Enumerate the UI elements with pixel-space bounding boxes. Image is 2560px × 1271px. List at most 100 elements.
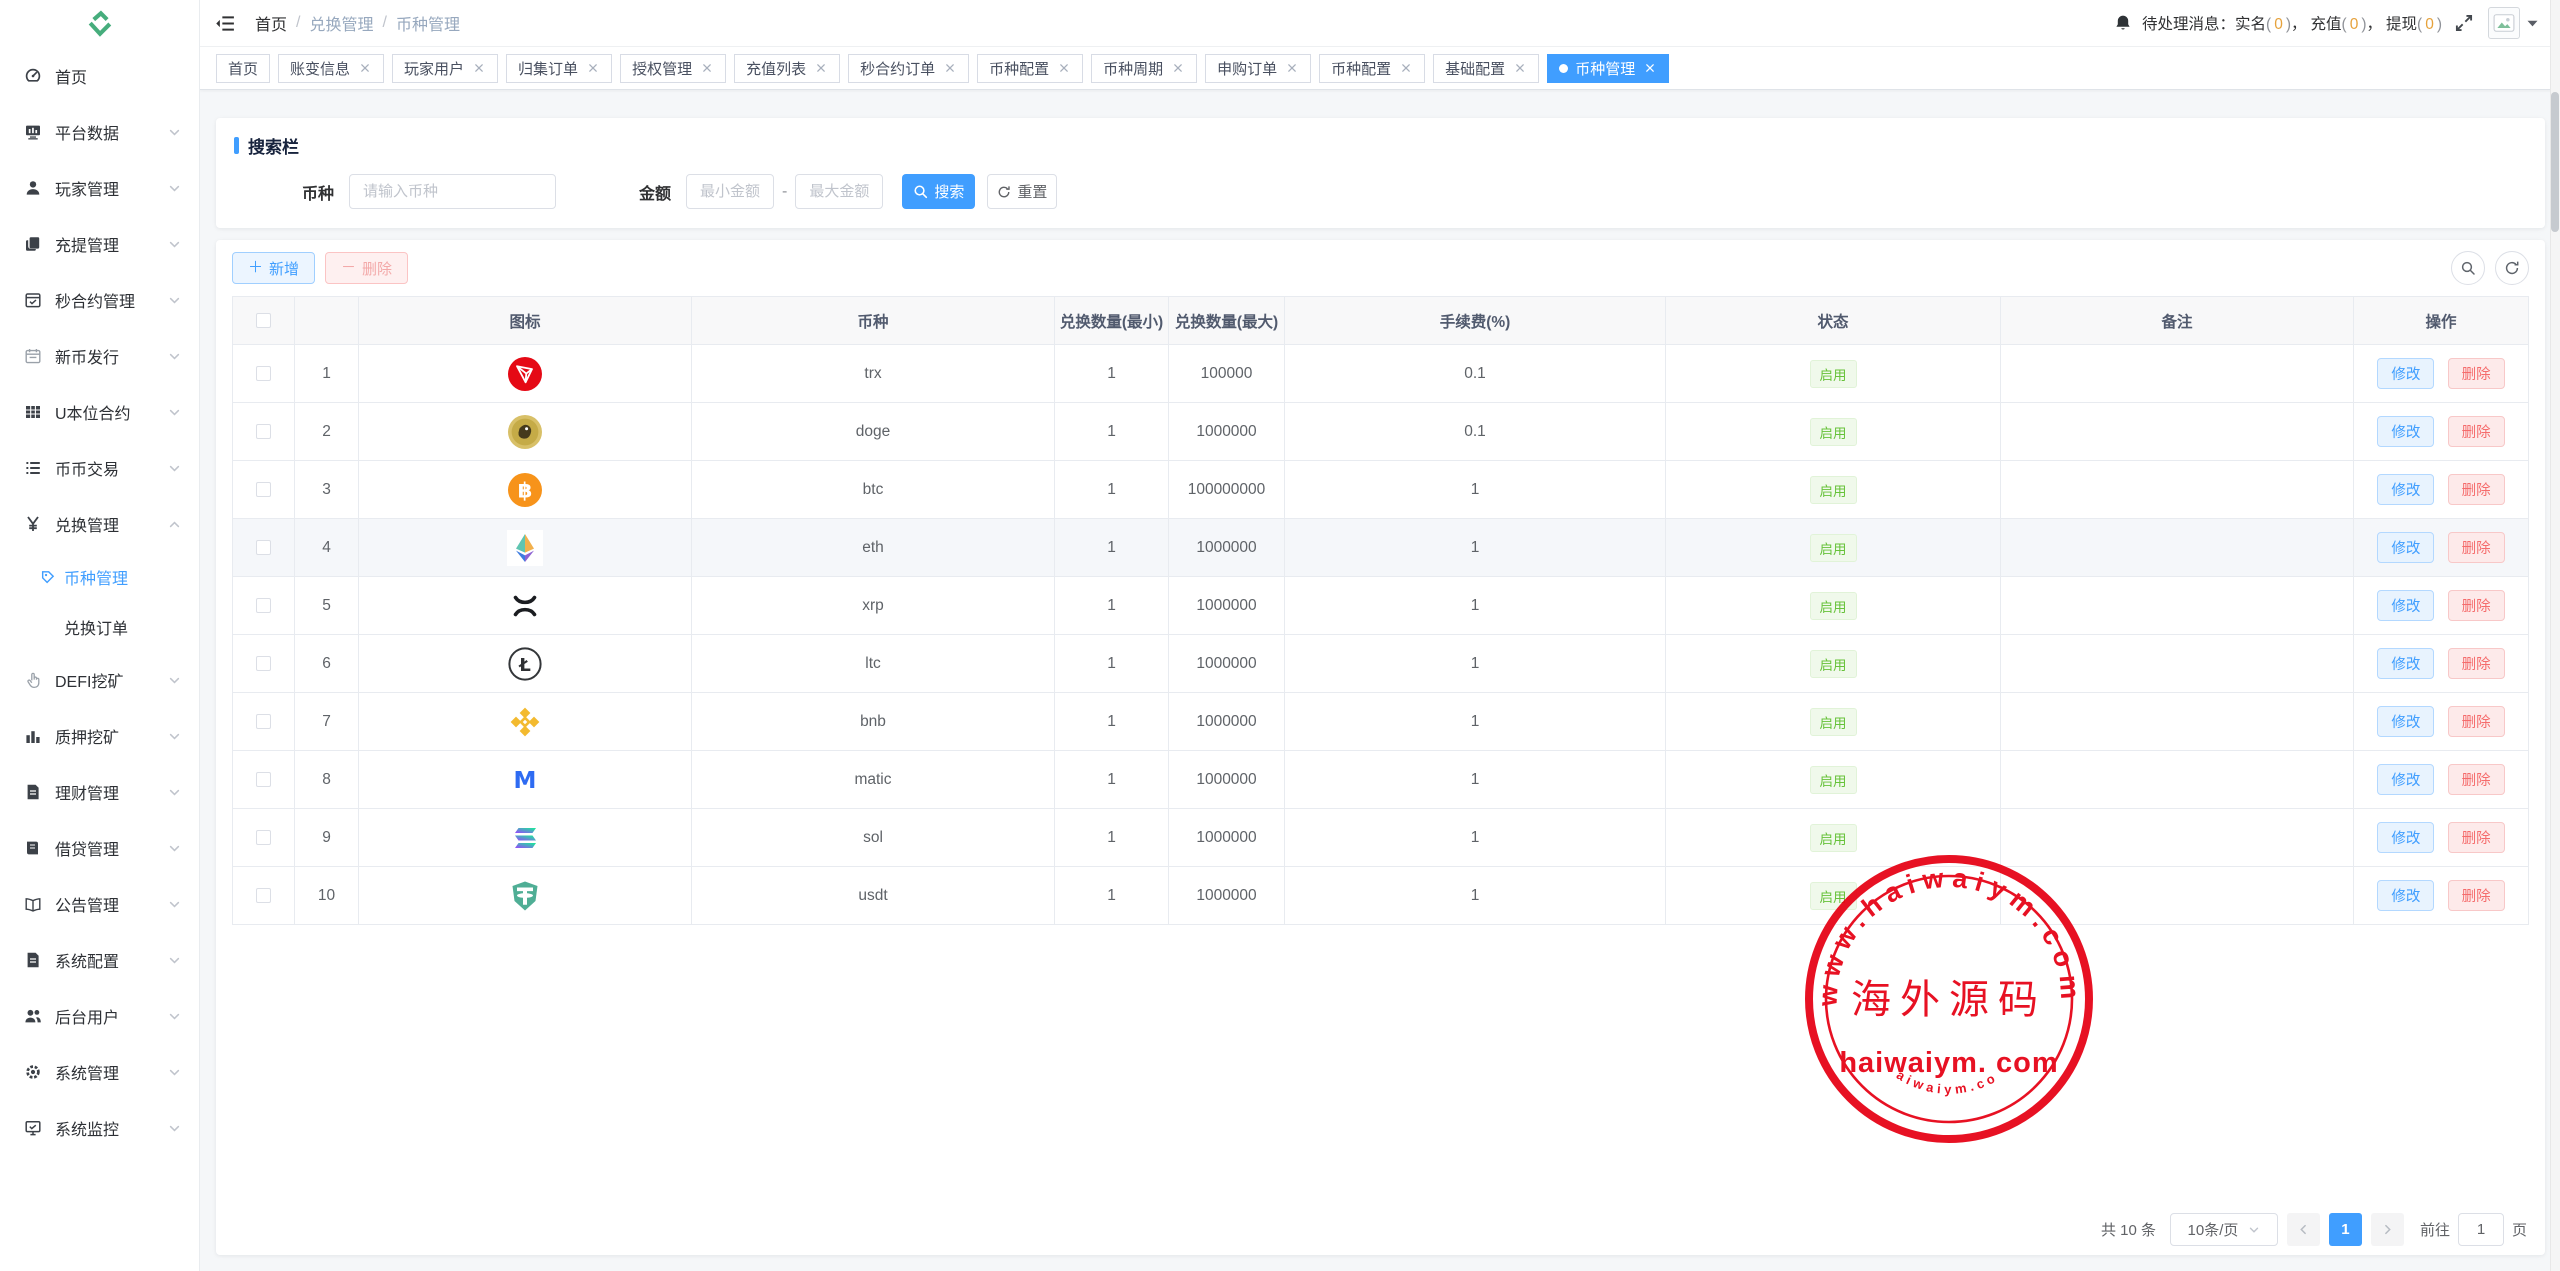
fullscreen-icon[interactable] [2454, 13, 2474, 33]
breadcrumb-exchange[interactable]: 兑换管理 [309, 11, 373, 35]
close-icon[interactable] [1512, 61, 1527, 76]
scrollbar[interactable] [2550, 0, 2560, 1271]
sidebar-item-system-manage[interactable]: 系统管理 [0, 1044, 199, 1100]
tab-基础配置[interactable]: 基础配置 [1433, 54, 1539, 83]
row-delete-button[interactable]: 删除 [2448, 590, 2505, 621]
bell-icon[interactable] [2114, 14, 2132, 32]
edit-button[interactable]: 修改 [2377, 474, 2434, 505]
message-label[interactable]: 充值 [2311, 16, 2342, 33]
sidebar-item-notice[interactable]: 公告管理 [0, 876, 199, 932]
row-checkbox[interactable] [256, 540, 271, 555]
row-delete-button[interactable]: 删除 [2448, 358, 2505, 389]
row-checkbox[interactable] [256, 598, 271, 613]
select-all-checkbox[interactable] [256, 313, 271, 328]
reset-button[interactable]: 重置 [987, 174, 1057, 209]
next-page-button[interactable] [2371, 1213, 2404, 1246]
close-icon[interactable] [1642, 61, 1657, 76]
table-refresh-button[interactable] [2495, 251, 2529, 285]
goto-page-input[interactable] [2458, 1213, 2504, 1246]
row-delete-button[interactable]: 删除 [2448, 474, 2505, 505]
sidebar-item-player[interactable]: 玩家管理 [0, 160, 199, 216]
edit-button[interactable]: 修改 [2377, 532, 2434, 563]
row-delete-button[interactable]: 删除 [2448, 880, 2505, 911]
sidebar-item-defi-mining[interactable]: DEFI挖矿 [0, 652, 199, 708]
row-delete-button[interactable]: 删除 [2448, 706, 2505, 737]
sidebar-subitem-coin-manage[interactable]: 币种管理 [0, 552, 199, 602]
sidebar-subitem-exchange-orders[interactable]: 兑换订单 [0, 602, 199, 652]
row-checkbox[interactable] [256, 424, 271, 439]
row-delete-button[interactable]: 删除 [2448, 822, 2505, 853]
sidebar-item-admin-user[interactable]: 后台用户 [0, 988, 199, 1044]
sidebar-item-system-config[interactable]: 系统配置 [0, 932, 199, 988]
tab-充值列表[interactable]: 充值列表 [734, 54, 840, 83]
breadcrumb-home[interactable]: 首页 [255, 11, 287, 35]
menu-fold-icon[interactable] [215, 14, 236, 33]
search-button[interactable]: 搜索 [902, 174, 975, 209]
max-amount-input[interactable] [795, 174, 883, 209]
sidebar-item-seconds-contract[interactable]: 秒合约管理 [0, 272, 199, 328]
edit-button[interactable]: 修改 [2377, 822, 2434, 853]
edit-button[interactable]: 修改 [2377, 590, 2434, 621]
tab-首页[interactable]: 首页 [216, 54, 270, 83]
tab-申购订单[interactable]: 申购订单 [1205, 54, 1311, 83]
row-checkbox[interactable] [256, 830, 271, 845]
close-icon[interactable] [1398, 61, 1413, 76]
app-logo[interactable] [0, 0, 199, 48]
page-size-select[interactable]: 10条/页 [2170, 1213, 2278, 1246]
sidebar-item-system-monitor[interactable]: 系统监控 [0, 1100, 199, 1156]
row-checkbox[interactable] [256, 482, 271, 497]
row-delete-button[interactable]: 删除 [2448, 416, 2505, 447]
close-icon[interactable] [585, 61, 600, 76]
tab-秒合约订单[interactable]: 秒合约订单 [848, 54, 969, 83]
row-delete-button[interactable]: 删除 [2448, 532, 2505, 563]
sidebar-item-u-contract[interactable]: U本位合约 [0, 384, 199, 440]
close-icon[interactable] [1056, 61, 1071, 76]
row-delete-button[interactable]: 删除 [2448, 764, 2505, 795]
sidebar-item-exchange[interactable]: 兑换管理 [0, 496, 199, 552]
message-label[interactable]: 提现 [2386, 16, 2417, 33]
sidebar-item-new-coin[interactable]: 新币发行 [0, 328, 199, 384]
close-icon[interactable] [699, 61, 714, 76]
sidebar-item-loan[interactable]: 借贷管理 [0, 820, 199, 876]
tab-玩家用户[interactable]: 玩家用户 [392, 54, 498, 83]
min-amount-input[interactable] [686, 174, 774, 209]
sidebar-item-wealth[interactable]: 理财管理 [0, 764, 199, 820]
table-search-button[interactable] [2451, 251, 2485, 285]
tab-归集订单[interactable]: 归集订单 [506, 54, 612, 83]
page-1-button[interactable]: 1 [2329, 1213, 2362, 1246]
row-checkbox[interactable] [256, 888, 271, 903]
edit-button[interactable]: 修改 [2377, 764, 2434, 795]
close-icon[interactable] [813, 61, 828, 76]
row-checkbox[interactable] [256, 366, 271, 381]
caret-down-icon[interactable] [2527, 20, 2538, 27]
tab-币种配置[interactable]: 币种配置 [1319, 54, 1425, 83]
edit-button[interactable]: 修改 [2377, 706, 2434, 737]
edit-button[interactable]: 修改 [2377, 416, 2434, 447]
delete-button[interactable]: － 删除 [325, 252, 408, 284]
scrollbar-thumb[interactable] [2551, 92, 2559, 232]
tab-账变信息[interactable]: 账变信息 [278, 54, 384, 83]
tab-币种配置[interactable]: 币种配置 [977, 54, 1083, 83]
edit-button[interactable]: 修改 [2377, 648, 2434, 679]
close-icon[interactable] [357, 61, 372, 76]
row-delete-button[interactable]: 删除 [2448, 648, 2505, 679]
avatar[interactable] [2488, 7, 2520, 39]
prev-page-button[interactable] [2287, 1213, 2320, 1246]
message-label[interactable]: 实名 [2235, 16, 2266, 33]
sidebar-item-pledge-mining[interactable]: 质押挖矿 [0, 708, 199, 764]
close-icon[interactable] [942, 61, 957, 76]
row-checkbox[interactable] [256, 714, 271, 729]
coin-search-input[interactable] [349, 174, 556, 209]
tab-币种管理[interactable]: 币种管理 [1547, 54, 1669, 83]
add-button[interactable]: ＋ 新增 [232, 252, 315, 284]
sidebar-item-platform-data[interactable]: 平台数据 [0, 104, 199, 160]
close-icon[interactable] [471, 61, 486, 76]
tab-授权管理[interactable]: 授权管理 [620, 54, 726, 83]
row-checkbox[interactable] [256, 656, 271, 671]
sidebar-item-coin-trade[interactable]: 币币交易 [0, 440, 199, 496]
sidebar-item-dashboard[interactable]: 首页 [0, 48, 199, 104]
sidebar-item-recharge[interactable]: 充提管理 [0, 216, 199, 272]
close-icon[interactable] [1170, 61, 1185, 76]
row-checkbox[interactable] [256, 772, 271, 787]
close-icon[interactable] [1284, 61, 1299, 76]
